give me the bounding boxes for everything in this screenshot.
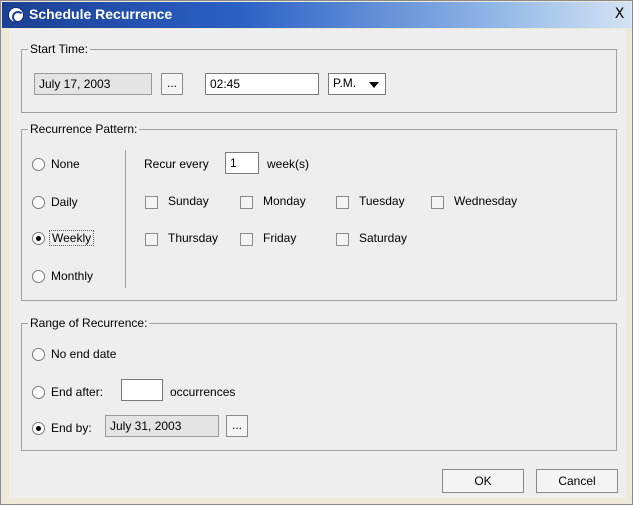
close-button[interactable]: X [612,7,627,22]
radio-label-daily: Daily [51,195,78,209]
checkbox-tuesday[interactable] [336,196,349,209]
radio-end-after[interactable] [32,386,45,399]
ok-button[interactable]: OK [442,469,524,493]
recur-unit-label: week(s) [267,157,310,171]
chevron-down-icon [369,82,379,88]
dialog-title: Schedule Recurrence [29,6,173,22]
checkbox-saturday[interactable] [336,233,349,246]
checkbox-thursday[interactable] [145,233,158,246]
radio-monthly[interactable] [32,270,45,283]
occurrences-label: occurrences [170,385,236,399]
ampm-select[interactable]: P.M. [328,73,386,95]
end-after-occurrences-field[interactable] [121,379,163,401]
checkbox-label-saturday: Saturday [359,231,408,245]
radio-label-no-end-date: No end date [51,347,117,361]
cancel-button[interactable]: Cancel [536,469,618,493]
checkbox-friday[interactable] [240,233,253,246]
end-by-date-field[interactable]: July 31, 2003 [105,415,219,437]
start-date-picker-button[interactable]: ... [161,73,183,95]
radio-label-none: None [51,157,80,171]
radio-end-by[interactable] [32,422,45,435]
checkbox-label-monday: Monday [263,194,306,208]
range-of-recurrence-group: Range of Recurrence: No end date End aft… [21,316,617,451]
radio-none[interactable] [32,158,45,171]
start-time-legend: Start Time: [28,42,91,56]
checkbox-label-wednesday: Wednesday [454,194,518,208]
radio-label-monthly: Monthly [51,269,94,283]
start-time-group: Start Time: July 17, 2003 ... 02:45 P.M. [21,42,617,113]
title-bar: Schedule Recurrence X [2,2,631,28]
radio-no-end-date[interactable] [32,348,45,361]
checkbox-label-tuesday: Tuesday [359,194,405,208]
radio-daily[interactable] [32,196,45,209]
recurrence-pattern-legend: Recurrence Pattern: [28,122,140,136]
recur-every-label: Recur every [144,157,209,171]
range-of-recurrence-legend: Range of Recurrence: [28,316,150,330]
app-icon [8,7,24,23]
checkbox-monday[interactable] [240,196,253,209]
schedule-recurrence-dialog: Schedule Recurrence X Start Time: July 1… [0,0,633,505]
pattern-divider [125,150,126,288]
radio-weekly[interactable] [32,232,45,245]
checkbox-label-thursday: Thursday [168,231,219,245]
checkbox-wednesday[interactable] [431,196,444,209]
start-time-field[interactable]: 02:45 [205,73,319,95]
checkbox-label-sunday: Sunday [168,194,209,208]
start-date-field[interactable]: July 17, 2003 [34,73,152,95]
radio-label-end-by: End by: [51,421,92,435]
recur-interval-field[interactable]: 1 [225,152,259,174]
dialog-body: Start Time: July 17, 2003 ... 02:45 P.M.… [9,29,626,498]
checkbox-label-friday: Friday [263,231,297,245]
checkbox-sunday[interactable] [145,196,158,209]
radio-label-end-after: End after: [51,385,104,399]
recurrence-pattern-group: Recurrence Pattern: None Daily Weekly Mo… [21,122,617,301]
ampm-value: P.M. [333,76,357,90]
radio-label-weekly: Weekly [49,230,95,246]
end-by-date-picker-button[interactable]: ... [226,415,248,437]
